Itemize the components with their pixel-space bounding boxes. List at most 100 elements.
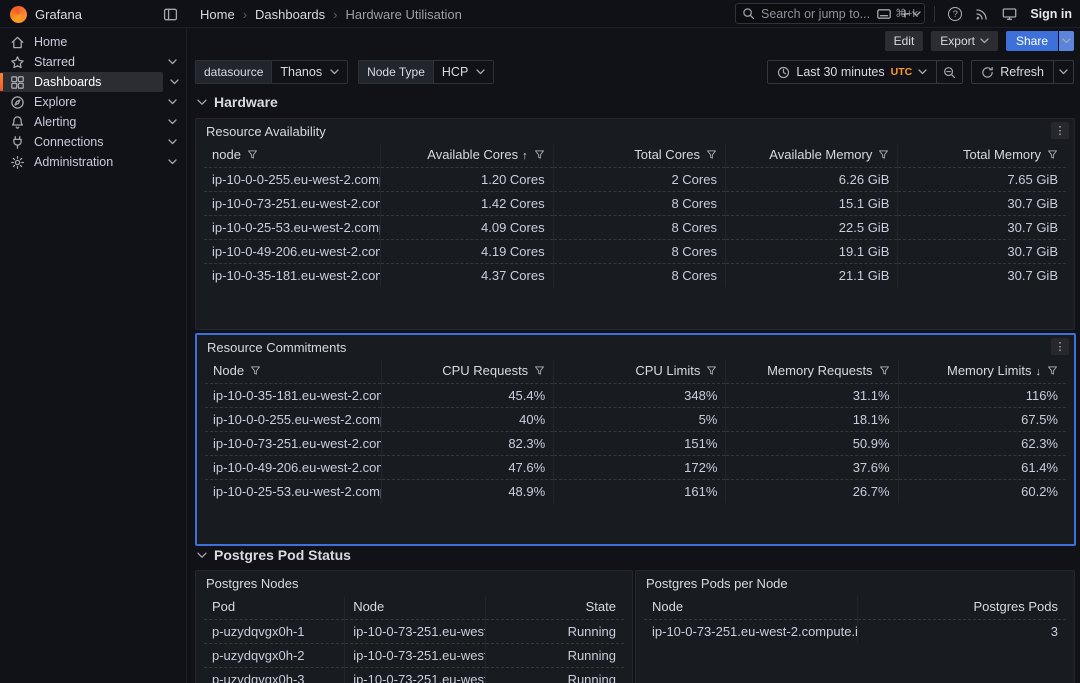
search-icon	[742, 7, 755, 20]
panel-title[interactable]: Postgres Pods per Node	[636, 571, 1074, 594]
breadcrumb-dashboards[interactable]: Dashboards	[255, 7, 325, 22]
sidebar-item-connections[interactable]: Connections	[0, 132, 186, 152]
table-row: ip-10-0-73-251.eu-west-2.compute.interna…	[204, 192, 1066, 216]
cell-node: ip-10-0-73-251.eu-west-2.compute.interna…	[205, 432, 382, 456]
column-header-pod[interactable]: Pod	[204, 596, 345, 620]
sidebar-item-administration[interactable]: Administration	[0, 152, 186, 172]
sidebar-item-alerting[interactable]: Alerting	[0, 112, 186, 132]
refresh-button[interactable]: Refresh	[971, 60, 1054, 84]
column-header-memory_requests[interactable]: Memory Requests	[726, 360, 898, 384]
column-header-total_cores[interactable]: Total Cores	[553, 144, 725, 168]
cell-total_memory: 30.7 GiB	[898, 216, 1066, 240]
column-header-cpu_limits[interactable]: CPU Limits	[554, 360, 726, 384]
column-header-postgres_pods[interactable]: Postgres Pods	[857, 596, 1066, 620]
cell-state: Running	[485, 668, 624, 683]
cell-memory_limits: 61.4%	[898, 456, 1066, 480]
cell-state: Running	[485, 620, 624, 644]
help-button[interactable]: ?	[948, 7, 962, 21]
column-header-node[interactable]: Node	[644, 596, 857, 620]
table-row: ip-10-0-35-181.eu-west-2.compute.interna…	[204, 264, 1066, 288]
table-row: ip-10-0-73-251.eu-west-2.compute.interna…	[644, 620, 1066, 644]
row-hardware[interactable]: Hardware	[197, 94, 278, 110]
refresh-interval-button[interactable]	[1054, 60, 1074, 84]
filter-icon[interactable]	[534, 365, 545, 376]
panel-menu-button[interactable]: ⋮	[1051, 338, 1069, 355]
datasource-variable: datasource Thanos	[195, 60, 348, 84]
filter-icon[interactable]	[247, 149, 258, 160]
panel-title[interactable]: Resource Availability	[196, 119, 1074, 142]
sign-in-button[interactable]: Sign in	[1030, 7, 1072, 21]
column-header-label: Memory Limits	[947, 363, 1032, 378]
cell-total_cores: 2 Cores	[553, 168, 725, 192]
column-header-node[interactable]: Node	[345, 596, 486, 620]
dashboards-icon	[10, 75, 25, 90]
search-input[interactable]: Search or jump to... ⌘+k	[735, 3, 925, 24]
row-postgres-pod-status[interactable]: Postgres Pod Status	[197, 547, 351, 563]
filter-icon[interactable]	[879, 365, 890, 376]
cell-available_cores: 1.20 Cores	[381, 168, 553, 192]
column-header-state[interactable]: State	[485, 596, 624, 620]
export-button[interactable]: Export	[931, 31, 998, 51]
new-menu-button[interactable]: +	[901, 7, 922, 22]
share-menu-button[interactable]	[1059, 31, 1074, 51]
time-zoom-out-button[interactable]	[937, 60, 963, 84]
column-header-node[interactable]: node	[204, 144, 381, 168]
time-range-button[interactable]: Last 30 minutes UTC	[767, 60, 937, 84]
filter-icon[interactable]	[706, 149, 717, 160]
compass-icon	[10, 95, 25, 110]
cell-node: ip-10-0-25-53.eu-west-2.compute.internal	[205, 480, 382, 504]
filter-icon[interactable]	[878, 149, 889, 160]
filter-icon[interactable]	[250, 365, 261, 376]
chevron-down-icon	[168, 99, 177, 105]
sidebar-item-home[interactable]: Home	[0, 32, 186, 52]
resource-commitments-table: Node CPU RequestsCPU LimitsMemory Request…	[205, 360, 1066, 503]
column-header-node[interactable]: Node	[205, 360, 382, 384]
node-type-select[interactable]: HCP	[434, 60, 494, 84]
sidebar-item-dashboards[interactable]: Dashboards	[0, 72, 163, 92]
column-header-available_memory[interactable]: Available Memory	[725, 144, 897, 168]
sidebar-toggle-button[interactable]	[161, 5, 179, 23]
edit-button[interactable]: Edit	[885, 31, 924, 51]
time-picker-group: Last 30 minutes UTC	[767, 60, 963, 84]
panel-menu-button[interactable]: ⋮	[1051, 122, 1069, 139]
column-header-total_memory[interactable]: Total Memory	[898, 144, 1066, 168]
filter-icon[interactable]	[534, 149, 545, 160]
share-button[interactable]: Share	[1006, 31, 1058, 51]
cell-cpu_requests: 40%	[382, 408, 554, 432]
cell-node: ip-10-0-35-181.eu-west-2.compute.interna…	[204, 264, 381, 288]
timezone-label: UTC	[891, 66, 913, 78]
variable-label: Node Type	[358, 60, 434, 84]
news-rss-button[interactable]	[975, 7, 989, 21]
datasource-select[interactable]: Thanos	[272, 60, 348, 84]
cell-node: ip-10-0-49-206.eu-west-2.compute.interna…	[205, 456, 382, 480]
cell-available_cores: 4.09 Cores	[381, 216, 553, 240]
monitor-icon[interactable]	[1002, 7, 1017, 21]
cell-node: ip-10-0-73-251.eu-west-2.compute.interna…	[644, 620, 857, 644]
panel-title[interactable]: Postgres Nodes	[196, 571, 632, 594]
column-header-label: Node	[213, 363, 244, 378]
resource-availability-table: node Available Cores↑ Total Cores Available…	[204, 144, 1066, 287]
sort-ascending-icon: ↑	[522, 150, 528, 162]
postgres-nodes-table: PodNodeStatep-uzydqvgx0h-1ip-10-0-73-251…	[204, 596, 624, 683]
cell-cpu_requests: 48.9%	[382, 480, 554, 504]
grafana-logo-icon[interactable]	[10, 6, 27, 23]
cell-total_cores: 8 Cores	[553, 192, 725, 216]
cell-state: Running	[485, 644, 624, 668]
breadcrumb-home[interactable]: Home	[200, 7, 235, 22]
filter-icon[interactable]	[706, 365, 717, 376]
panel-title[interactable]: Resource Commitments	[197, 335, 1074, 358]
filter-icon[interactable]	[1047, 149, 1058, 160]
sidebar-item-explore[interactable]: Explore	[0, 92, 186, 112]
star-icon	[10, 55, 25, 70]
filter-icon[interactable]	[1047, 365, 1058, 376]
column-header-label: Available Memory	[769, 147, 872, 162]
cell-node: ip-10-0-73-251.eu-west-2.compute.interna…	[345, 620, 486, 644]
node-type-variable: Node Type HCP	[358, 60, 494, 84]
sidebar-item-starred[interactable]: Starred	[0, 52, 186, 72]
column-header-label: Total Cores	[634, 147, 700, 162]
column-header-label: node	[212, 147, 241, 162]
column-header-memory_limits[interactable]: Memory Limits↓	[898, 360, 1066, 384]
column-header-available_cores[interactable]: Available Cores↑	[381, 144, 553, 168]
column-header-cpu_requests[interactable]: CPU Requests	[382, 360, 554, 384]
chevron-down-icon	[1062, 38, 1071, 44]
